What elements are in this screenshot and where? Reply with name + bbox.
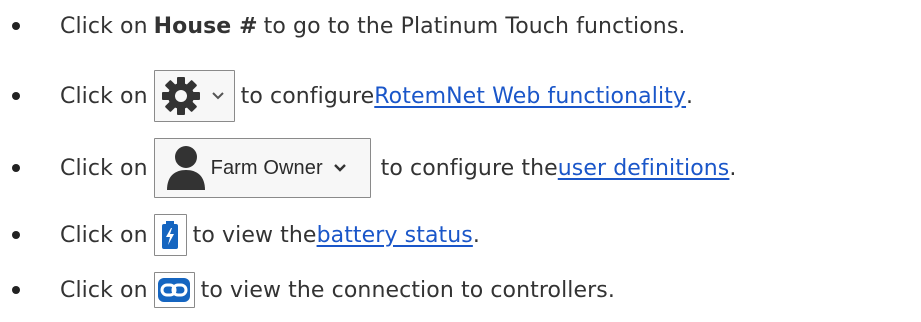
chevron-down-icon (333, 164, 346, 172)
item-middle: to view the (192, 222, 317, 248)
item-prefix: Click on (60, 222, 148, 248)
battery-icon (162, 221, 179, 249)
bullet (12, 22, 20, 30)
item-middle: to view the connection to controllers. (200, 277, 615, 303)
item-middle: to configure (240, 83, 375, 109)
bullet (12, 92, 20, 100)
bullet (12, 164, 20, 172)
list-item: Click on to configure RotemNet Web funct… (0, 68, 693, 124)
item-suffix: to go to the Platinum Touch functions. (263, 13, 686, 39)
user-definitions-link[interactable]: user definitions (558, 156, 730, 181)
item-suffix: . (472, 222, 480, 248)
list-item: Click on Farm Owner to configure the use… (0, 136, 736, 200)
battery-status-button[interactable] (153, 214, 187, 256)
bullet (12, 231, 20, 239)
list-item: Click on to view the battery status . (0, 212, 480, 258)
item-prefix: Click on (60, 277, 148, 303)
user-role-label: Farm Owner (210, 156, 323, 179)
list-item: Click on House # to go to the Platinum T… (0, 6, 685, 46)
house-number-label: House # (153, 13, 258, 39)
gear-icon (161, 77, 200, 115)
instruction-list: Click on House # to go to the Platinum T… (0, 0, 921, 322)
battery-status-link[interactable]: battery status (317, 223, 473, 248)
user-icon (166, 146, 205, 190)
rotemnet-web-functionality-link[interactable]: RotemNet Web functionality (374, 84, 686, 109)
link-icon (158, 278, 191, 302)
item-middle: to configure the (380, 155, 558, 181)
bullet (12, 286, 20, 294)
controllers-connection-button[interactable] (153, 272, 195, 308)
list-item: Click on to view the connection to contr… (0, 270, 615, 310)
settings-menu-button[interactable] (153, 70, 235, 122)
farm-owner-user-menu-button[interactable]: Farm Owner (153, 138, 371, 198)
item-prefix: Click on (60, 83, 148, 109)
item-prefix: Click on (60, 13, 148, 39)
item-suffix: . (686, 83, 694, 109)
item-suffix: . (729, 155, 737, 181)
item-prefix: Click on (60, 155, 148, 181)
chevron-down-icon (211, 92, 224, 100)
